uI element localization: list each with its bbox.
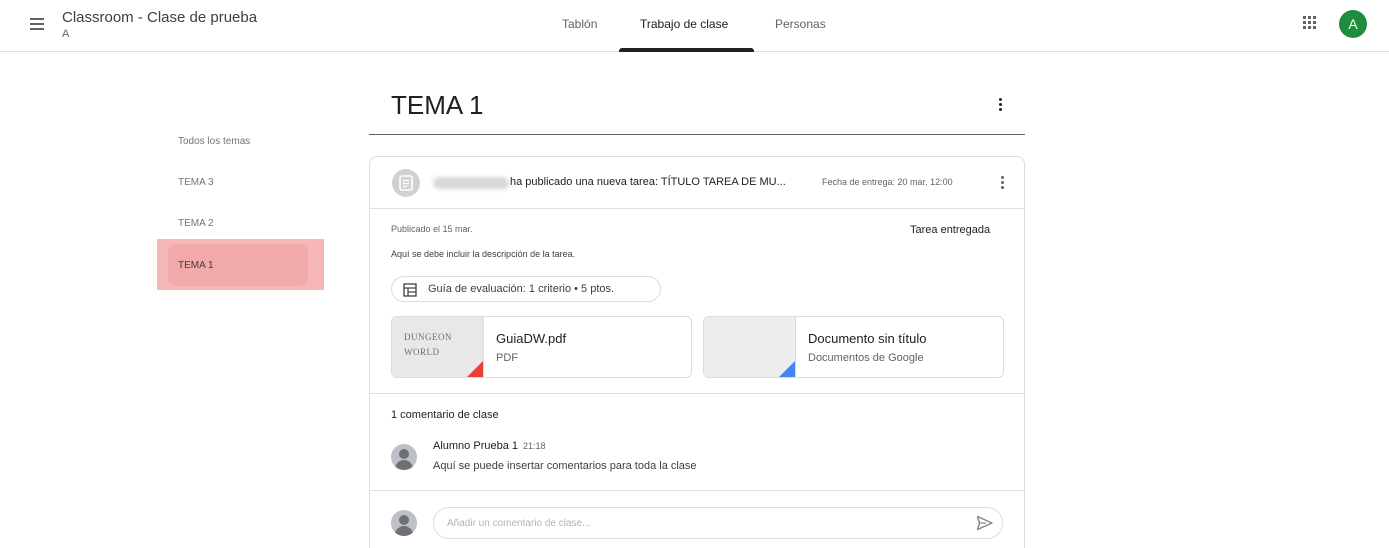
comment-time: 21:18 <box>523 441 546 451</box>
sidebar-item-tema-2[interactable]: TEMA 2 <box>178 218 214 229</box>
active-tab-indicator <box>619 48 754 52</box>
apps-grid-icon[interactable] <box>1302 15 1318 31</box>
account-avatar[interactable]: A <box>1339 10 1367 38</box>
send-icon[interactable] <box>976 515 994 531</box>
topic-divider <box>369 134 1025 135</box>
doc-corner-badge <box>779 361 795 377</box>
rubric-label: Guía de evaluación: 1 criterio • 5 ptos. <box>428 283 615 295</box>
top-app-bar: Classroom - Clase de prueba A Tablón Tra… <box>0 0 1389 52</box>
attachment-type: PDF <box>496 352 518 364</box>
tab-personas[interactable]: Personas <box>775 17 826 31</box>
tab-tablon[interactable]: Tablón <box>562 17 597 31</box>
due-date: Fecha de entrega: 20 mar. 12:00 <box>822 177 953 187</box>
pdf-thumbnail: DUNGEON WORLD <box>392 317 484 377</box>
posted-date: Publicado el 15 mar. <box>391 224 473 234</box>
sidebar-item-todos-los-temas[interactable]: Todos los temas <box>178 136 250 147</box>
assignment-title[interactable]: ha publicado una nueva tarea: TÍTULO TAR… <box>510 176 786 188</box>
divider <box>370 393 1024 394</box>
sidebar-item-tema-3[interactable]: TEMA 3 <box>178 177 214 188</box>
doc-thumbnail <box>704 317 796 377</box>
assignment-header[interactable]: ha publicado una nueva tarea: TÍTULO TAR… <box>370 157 1024 209</box>
app-title: Classroom - Clase de prueba <box>62 9 258 26</box>
blurred-teacher-name <box>433 177 509 189</box>
more-vert-icon[interactable] <box>995 96 1007 114</box>
sidebar-item-tema-1[interactable]: TEMA 1 <box>178 260 214 271</box>
class-section: A <box>62 28 70 40</box>
rubric-chip[interactable]: Guía de evaluación: 1 criterio • 5 ptos. <box>391 276 661 302</box>
attachment-google-doc[interactable]: Documento sin título Documentos de Googl… <box>703 316 1004 378</box>
topic-title: TEMA 1 <box>391 90 484 120</box>
avatar <box>391 444 417 470</box>
class-comments-count[interactable]: 1 comentario de clase <box>391 409 499 421</box>
attachment-pdf[interactable]: DUNGEON WORLD GuiaDW.pdf PDF <box>391 316 692 378</box>
attachment-name: GuiaDW.pdf <box>496 331 567 346</box>
assignment-description: Aquí se debe incluir la descripción de l… <box>391 249 576 259</box>
attachment-type: Documentos de Google <box>808 352 924 364</box>
dungeon-world-logo: DUNGEON WORLD <box>404 332 452 357</box>
rubric-icon <box>403 283 417 297</box>
avatar <box>391 510 417 536</box>
tab-trabajo-de-clase[interactable]: Trabajo de clase <box>640 17 728 31</box>
comment-author: Alumno Prueba 1 <box>433 440 518 452</box>
pdf-corner-badge <box>467 361 483 377</box>
attachment-name: Documento sin título <box>808 331 927 346</box>
assignment-card: ha publicado una nueva tarea: TÍTULO TAR… <box>369 156 1025 548</box>
comment-text: Aquí se puede insertar comentarios para … <box>433 460 697 472</box>
more-vert-icon[interactable] <box>998 175 1008 191</box>
submission-status: Tarea entregada <box>910 224 991 236</box>
assignment-icon <box>392 169 420 197</box>
comment-input[interactable] <box>433 507 1003 539</box>
divider <box>370 490 1024 491</box>
menu-icon[interactable] <box>28 14 48 34</box>
